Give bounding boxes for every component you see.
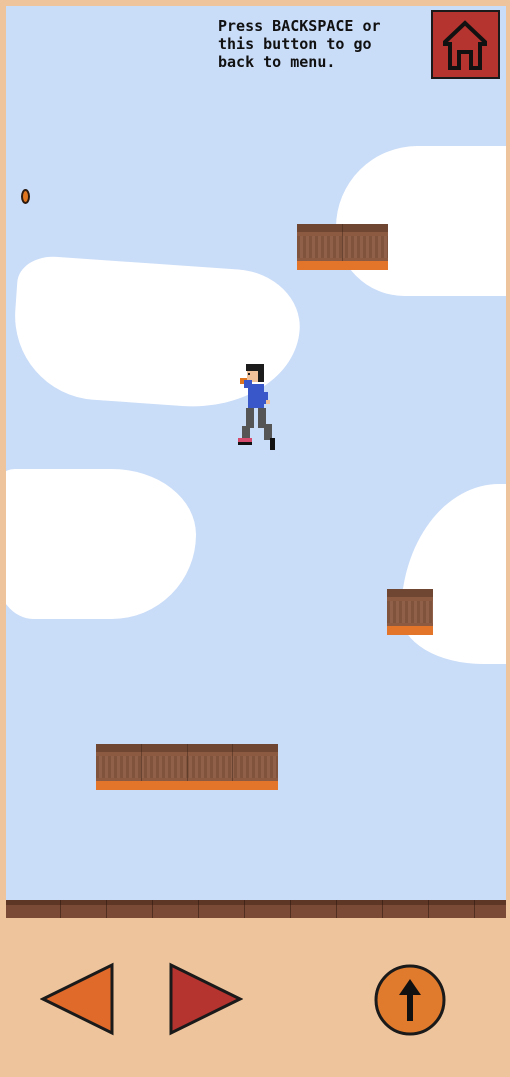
home-button[interactable] bbox=[431, 10, 500, 79]
ground bbox=[6, 900, 506, 918]
coin bbox=[21, 189, 30, 204]
cloud bbox=[336, 146, 506, 296]
jump-button[interactable] bbox=[372, 962, 448, 1038]
move-left-button[interactable] bbox=[40, 962, 115, 1036]
control-panel bbox=[0, 918, 510, 1077]
arrow-right-icon bbox=[169, 962, 243, 1036]
platform bbox=[297, 224, 388, 270]
game-area: Press BACKSPACE or this button to go bac… bbox=[6, 6, 506, 918]
platform bbox=[387, 589, 433, 635]
platform bbox=[96, 744, 278, 790]
arrow-left-icon bbox=[40, 962, 114, 1036]
player-character bbox=[238, 364, 275, 450]
cloud bbox=[401, 484, 506, 664]
cloud bbox=[6, 469, 196, 619]
instructions-text: Press BACKSPACE or this button to go bac… bbox=[218, 17, 381, 71]
home-icon bbox=[443, 20, 487, 70]
move-right-button[interactable] bbox=[168, 962, 243, 1036]
